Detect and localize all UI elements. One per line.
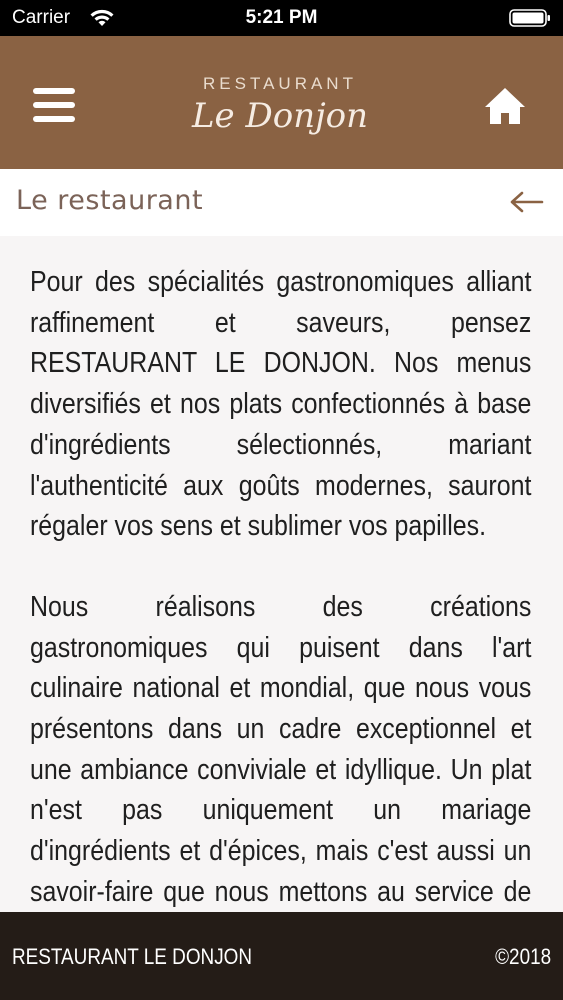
footer-brand: RESTAURANT LE DONJON [12, 944, 253, 969]
page-title-bar: Le restaurant [0, 169, 563, 236]
footer: RESTAURANT LE DONJON ©2018 [0, 912, 563, 1000]
app-header: RESTAURANT Le Donjon [0, 36, 563, 169]
hamburger-icon [33, 88, 77, 122]
page-title: Le restaurant [16, 185, 204, 216]
content-text: Pour des spécialités gastronomiques alli… [30, 262, 531, 993]
paragraph-2: Nous réalisons des créations gastronomiq… [30, 590, 532, 949]
home-icon [485, 88, 525, 124]
clock: 5:21 PM [245, 7, 318, 28]
footer-copyright: ©2018 [494, 944, 551, 969]
logo-script-text: Le Donjon [191, 96, 369, 136]
battery-icon [509, 9, 550, 27]
menu-button[interactable] [33, 88, 77, 122]
paragraph-1: Pour des spécialités gastronomiques alli… [30, 266, 532, 543]
status-bar: Carrier 5:21 PM [0, 0, 563, 36]
arrow-left-icon [510, 191, 544, 213]
back-button[interactable] [510, 189, 544, 215]
home-button[interactable] [484, 86, 526, 126]
restaurant-logo: RESTAURANT Le Donjon [180, 74, 380, 154]
logo-top-text: RESTAURANT [203, 74, 357, 93]
